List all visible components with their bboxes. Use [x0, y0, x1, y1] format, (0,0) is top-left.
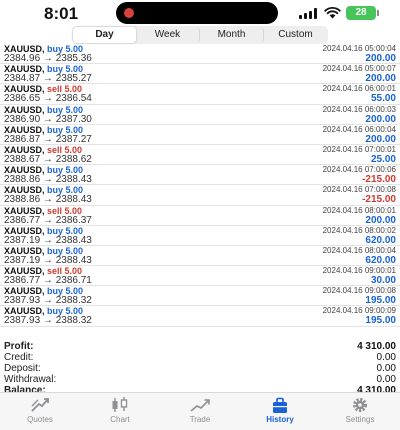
segment-month[interactable]: Month	[200, 27, 264, 43]
summary-withdrawal-row: Withdrawal: 0.00	[0, 374, 400, 385]
tab-history[interactable]: History	[240, 393, 320, 430]
deal-time: 2024.04.16 08:00:01	[322, 205, 396, 215]
deal-profit: 620.00	[365, 254, 396, 266]
segment-custom[interactable]: Custom	[264, 27, 327, 43]
tab-settings[interactable]: Settings	[320, 393, 400, 430]
deal-prices: 2388.67 → 2388.62	[4, 153, 92, 165]
deal-profit: -215.00	[362, 174, 396, 186]
summary-profit-value: 4 310.00	[357, 341, 396, 352]
deal-row[interactable]: XAUUSD, buy 5.00 2024.04.16 06:00:03 2386.…	[0, 105, 400, 125]
deal-row[interactable]: XAUUSD, buy 5.00 2024.04.16 08:00:02 2387.…	[0, 226, 400, 246]
deal-side: sell 5.00	[47, 205, 83, 216]
cellular-signal-icon	[299, 8, 319, 19]
tab-settings-label: Settings	[345, 415, 375, 424]
segment-day[interactable]: Day	[73, 27, 136, 43]
segment-week[interactable]: Week	[136, 27, 200, 43]
history-icon	[273, 397, 287, 413]
deal-symbol: XAUUSD,	[4, 205, 45, 216]
settings-icon	[353, 398, 367, 412]
deal-row[interactable]: XAUUSD, sell 5.00 2024.04.16 09:00:01 2386…	[0, 266, 400, 287]
deal-row[interactable]: XAUUSD, buy 5.00 2024.04.16 06:00:04 2386.…	[0, 125, 400, 145]
deal-profit: 55.00	[370, 93, 396, 105]
tab-quotes-label: Quotes	[27, 415, 53, 424]
deal-prices: 2387.93 → 2388.32	[4, 295, 92, 307]
summary-deposit-label: Deposit:	[4, 363, 41, 374]
summary-credit-label: Credit:	[4, 352, 34, 363]
summary-credit-value: 0.00	[376, 352, 396, 363]
summary-deposit-value: 0.00	[376, 363, 396, 374]
battery-icon: 28	[346, 6, 376, 20]
wifi-icon	[324, 6, 341, 19]
deal-row[interactable]: XAUUSD, sell 5.00 2024.04.16 06:00:01 2386…	[0, 84, 400, 105]
quotes-icon	[31, 398, 49, 412]
deal-profit: 620.00	[365, 234, 396, 246]
deal-row[interactable]: XAUUSD, buy 5.00 2024.04.16 05:00:07 2384.…	[0, 64, 400, 85]
summary-credit-row: Credit: 0.00	[0, 352, 400, 363]
deal-row[interactable]: XAUUSD, buy 5.00 2024.04.16 09:00:09 2387.…	[0, 306, 400, 327]
deal-prices: 2387.19 → 2388.43	[4, 254, 92, 266]
deal-profit: 25.00	[370, 153, 396, 165]
status-time: 8:01	[44, 4, 79, 23]
summary-withdrawal-value: 0.00	[376, 374, 396, 385]
period-segmented-control: Day Week Month Custom	[72, 26, 328, 44]
deal-prices: 2384.87 → 2385.27	[4, 73, 92, 85]
deal-prices: 2386.90 → 2387.30	[4, 113, 92, 125]
deal-row[interactable]: XAUUSD, buy 5.00 2024.04.16 05:00:04 2384.…	[0, 44, 400, 65]
deal-row[interactable]: XAUUSD, buy 5.00 2024.04.16 07:00:06 2388.…	[0, 165, 400, 186]
deal-row[interactable]: XAUUSD, sell 5.00 2024.04.16 07:00:01 2388…	[0, 145, 400, 166]
recording-indicator-icon	[124, 8, 134, 18]
deal-prices: 2386.77 → 2386.37	[4, 214, 92, 226]
summary-profit-row: Profit: 4 310.00	[0, 341, 400, 352]
chart-icon	[112, 397, 128, 412]
deal-profit: 200.00	[365, 133, 396, 145]
deal-prices: 2386.77 → 2386.71	[4, 275, 92, 287]
deal-symbol-side: XAUUSD, sell 5.00	[4, 206, 82, 216]
deal-prices: 2388.86 → 2388.43	[4, 174, 92, 186]
deal-profit: 200.00	[365, 113, 396, 125]
trade-icon	[190, 399, 210, 412]
deal-profit: 30.00	[370, 275, 396, 287]
summary-deposit-row: Deposit: 0.00	[0, 363, 400, 374]
tab-trade-label: Trade	[189, 415, 211, 424]
deal-profit: -215.00	[362, 194, 396, 206]
battery-cap	[377, 10, 379, 16]
deal-row[interactable]: XAUUSD, buy 5.00 2024.04.16 08:00:04 2387.…	[0, 246, 400, 267]
summary-withdrawal-label: Withdrawal:	[4, 374, 57, 385]
tab-chart[interactable]: Chart	[80, 393, 160, 430]
summary-panel: Profit: 4 310.00 Credit: 0.00 Deposit: 0…	[0, 341, 400, 396]
deal-profit: 195.00	[365, 295, 396, 307]
deal-profit: 200.00	[365, 214, 396, 226]
deal-profit: 200.00	[365, 53, 396, 64]
deal-prices: 2388.86 → 2388.43	[4, 194, 92, 206]
tab-chart-label: Chart	[110, 415, 130, 424]
summary-profit-label: Profit:	[4, 341, 34, 352]
deal-prices: 2387.19 → 2388.43	[4, 234, 92, 246]
tab-history-label: History	[266, 415, 294, 424]
dynamic-island	[116, 2, 278, 24]
status-bar: 8:01 28	[0, 0, 400, 26]
tab-trade[interactable]: Trade	[160, 393, 240, 430]
tab-quotes[interactable]: Quotes	[0, 393, 80, 430]
deal-prices: 2386.65 → 2386.54	[4, 93, 92, 105]
deal-row[interactable]: XAUUSD, buy 5.00 2024.04.16 09:00:08 2387.…	[0, 286, 400, 307]
deal-prices: 2387.93 → 2388.32	[4, 315, 92, 327]
deal-row[interactable]: XAUUSD, buy 5.00 2024.04.16 07:00:08 2388.…	[0, 185, 400, 206]
deal-prices: 2384.96 → 2385.36	[4, 53, 92, 64]
deal-profit: 200.00	[365, 73, 396, 85]
deal-profit: 195.00	[365, 315, 396, 327]
deal-prices: 2386.87 → 2387.27	[4, 133, 92, 145]
bottom-tab-bar: Quotes Chart Trade History Settings	[0, 392, 400, 430]
deal-row[interactable]: XAUUSD, sell 5.00 2024.04.16 08:00:01 2386…	[0, 206, 400, 226]
deals-list: XAUUSD, buy 5.00 2024.04.16 05:00:04 2384.…	[0, 44, 400, 327]
